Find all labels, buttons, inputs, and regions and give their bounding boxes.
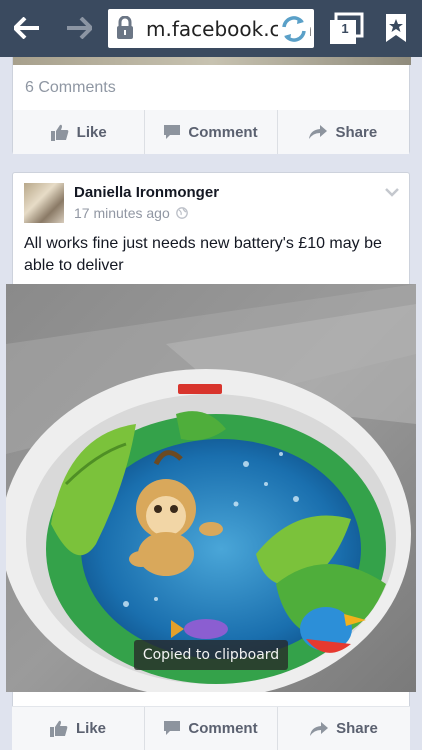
toy-photo-image: [6, 284, 416, 692]
share-button[interactable]: Share: [276, 110, 409, 154]
comment-icon: [164, 721, 181, 735]
post-photo[interactable]: [6, 284, 416, 692]
previous-post-actions: Like Comment Share: [13, 110, 409, 154]
post-text: All works fine just needs new battery's …: [24, 235, 382, 274]
comment-label: Comment: [188, 720, 258, 737]
author-name[interactable]: Daniella Ironmonger: [74, 184, 219, 201]
previous-post-photo: [13, 57, 411, 65]
share-label: Share: [335, 123, 378, 141]
share-label: Share: [336, 720, 378, 737]
thumbs-up-icon: [50, 124, 68, 141]
reload-icon: [282, 16, 306, 42]
comments-count-link[interactable]: 6 Comments: [25, 79, 116, 97]
comment-label: Comment: [188, 123, 258, 141]
avatar[interactable]: [24, 183, 64, 223]
reload-button[interactable]: [278, 13, 310, 45]
thumbs-up-icon: [49, 720, 68, 737]
share-arrow-icon: [310, 721, 329, 736]
like-label: Like: [76, 123, 107, 141]
forward-button[interactable]: [64, 13, 94, 43]
share-button[interactable]: Share: [277, 707, 410, 750]
comment-button[interactable]: Comment: [144, 110, 276, 154]
arrow-left-icon: [14, 17, 39, 39]
post-actions: Like Comment Share: [12, 706, 410, 750]
like-label: Like: [75, 720, 106, 737]
like-button[interactable]: Like: [13, 110, 144, 154]
arrow-right-icon: [67, 17, 92, 39]
share-arrow-icon: [309, 125, 328, 139]
bookmark-button[interactable]: [384, 13, 408, 43]
chevron-down-icon[interactable]: [385, 187, 399, 197]
bookmark-star-icon: [386, 14, 406, 42]
address-bar[interactable]: m.facebook.com: [108, 9, 314, 48]
tab-count: 1: [341, 21, 349, 36]
post-actions-wrapper: Like Comment Share: [12, 706, 410, 750]
clipboard-toast: Copied to clipboard: [134, 640, 288, 670]
back-button[interactable]: [12, 13, 42, 43]
post-timestamp[interactable]: 17 minutes ago: [74, 205, 170, 221]
browser-toolbar: m.facebook.com 1: [0, 0, 422, 57]
globe-icon: [176, 207, 188, 219]
lock-icon: [117, 16, 133, 39]
comment-icon: [164, 124, 181, 139]
comment-button[interactable]: Comment: [144, 707, 277, 750]
like-button[interactable]: Like: [12, 707, 144, 750]
previous-post-card: 6 Comments Like Comment Share: [12, 57, 411, 154]
